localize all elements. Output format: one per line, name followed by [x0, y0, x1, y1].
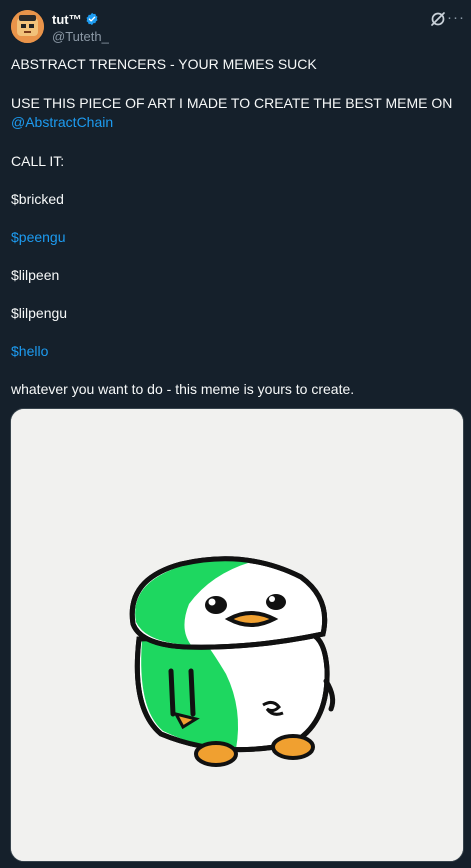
mention-link[interactable]: @AbstractChain [11, 114, 113, 130]
tweet-line: USE THIS PIECE OF ART I MADE TO CREATE T… [11, 95, 453, 111]
tweet-line: CALL IT: [11, 153, 65, 169]
tweet-header: tut™ @Tuteth_ ··· [11, 9, 471, 45]
cashtag-link[interactable]: $hello [11, 343, 48, 359]
tweet-image[interactable] [10, 408, 464, 862]
ticker-text: $bricked [11, 191, 64, 207]
penguin-illustration [11, 409, 463, 861]
ticker-text: $lilpengu [11, 305, 68, 321]
tweet-line: whatever you want to do - this meme is y… [11, 381, 355, 397]
avatar[interactable] [11, 10, 44, 43]
more-icon[interactable]: ··· [447, 10, 465, 26]
ticker-text: $lilpeen [11, 267, 60, 283]
verified-badge-icon [86, 12, 98, 26]
cashtag-link[interactable]: $peengu [11, 229, 66, 245]
grok-icon[interactable] [430, 11, 446, 27]
tweet-text: ABSTRACT TRENCERS - YOUR MEMES SUCK USE … [11, 55, 461, 399]
display-name[interactable]: tut™ [52, 12, 82, 27]
tweet-line: ABSTRACT TRENCERS - YOUR MEMES SUCK [11, 56, 317, 72]
avatar-icon [11, 10, 44, 43]
handle[interactable]: @Tuteth_ [52, 29, 109, 44]
